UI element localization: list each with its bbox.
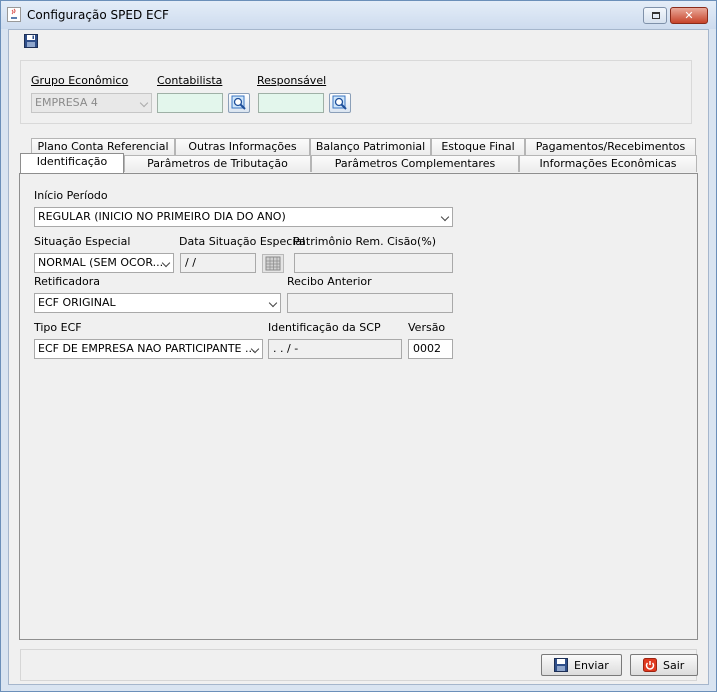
grupo-economico-label[interactable]: Grupo Econômico [31,74,128,87]
data-situacao-especial-label: Data Situação Especial [179,235,306,248]
tab-balanco-patrimonial[interactable]: Balanço Patrimonial [310,138,431,155]
tab-informacoes-economicas[interactable]: Informações Econômicas [519,155,697,172]
app-window: Configuração SPED ECF ✕ Grupo Econômico … [0,0,717,692]
contabilista-label[interactable]: Contabilista [157,74,222,87]
client-area: Grupo Econômico EMPRESA 4 Contabilista R… [8,29,709,685]
restore-button[interactable] [643,7,667,24]
tipo-ecf-value: ECF DE EMPRESA NAO PARTICIPANTE ... [38,342,256,355]
tipo-ecf-label: Tipo ECF [34,321,82,334]
tab-strip: Plano Conta Referencial Outras Informaçõ… [19,136,698,176]
retificadora-value: ECF ORIGINAL [38,296,116,309]
grupo-economico-value: EMPRESA 4 [35,96,98,109]
java-cup-icon [7,7,21,22]
situacao-especial-select[interactable]: NORMAL (SEM OCOR... [34,253,174,273]
power-icon [643,658,657,672]
chevron-down-icon [139,98,149,108]
search-icon [231,95,246,110]
enviar-button[interactable]: Enviar [541,654,622,676]
identificacao-panel: Início Período REGULAR (INICIO NO PRIMEI… [19,173,698,640]
retificadora-select[interactable]: ECF ORIGINAL [34,293,281,313]
tipo-ecf-select[interactable]: ECF DE EMPRESA NAO PARTICIPANTE ... [34,339,263,359]
inicio-periodo-label: Início Período [34,189,108,202]
versao-label: Versão [408,321,446,334]
situacao-especial-label: Situação Especial [34,235,131,248]
patrimonio-rem-cisao-label: Patrimônio Rem. Cisão(%) [293,235,437,248]
window-title: Configuração SPED ECF [27,8,169,22]
restore-icon [652,12,660,19]
responsavel-lookup-button[interactable] [329,93,351,113]
contabilista-lookup-button[interactable] [228,93,250,113]
enviar-label: Enviar [574,659,609,672]
versao-field[interactable]: 0002 [408,339,453,359]
tab-parametros-tributacao[interactable]: Parâmetros de Tributação [124,155,311,172]
chevron-down-icon [440,212,450,222]
inicio-periodo-select[interactable]: REGULAR (INICIO NO PRIMEIRO DIA DO ANO) [34,207,453,227]
floppy-disk-icon [554,658,568,672]
grupo-economico-select[interactable]: EMPRESA 4 [31,93,152,113]
calendar-icon [265,256,281,271]
close-button[interactable]: ✕ [670,7,708,24]
identificacao-scp-label: Identificação da SCP [268,321,381,334]
tab-outras-informacoes[interactable]: Outras Informações [175,138,310,155]
recibo-anterior-field[interactable] [287,293,453,313]
tab-parametros-complementares[interactable]: Parâmetros Complementares [311,155,519,172]
bottom-action-panel: Enviar Sair [20,649,698,681]
responsavel-field[interactable] [258,93,324,113]
close-icon: ✕ [684,9,694,22]
identificacao-scp-field[interactable]: . . / - [268,339,402,359]
data-situacao-especial-field[interactable]: / / [180,253,256,273]
sair-label: Sair [663,659,685,672]
search-icon [332,95,347,110]
header-panel: Grupo Econômico EMPRESA 4 Contabilista R… [20,60,692,124]
responsavel-label[interactable]: Responsável [257,74,326,87]
floppy-disk-icon[interactable] [24,34,38,48]
tab-pagamentos-recebimentos[interactable]: Pagamentos/Recebimentos [525,138,696,155]
retificadora-label: Retificadora [34,275,100,288]
patrimonio-rem-cisao-field[interactable] [294,253,453,273]
recibo-anterior-label: Recibo Anterior [287,275,372,288]
tab-estoque-final[interactable]: Estoque Final [431,138,525,155]
tab-identificacao[interactable]: Identificação [20,153,124,173]
calendar-button[interactable] [262,254,284,273]
chevron-down-icon [268,298,278,308]
situacao-especial-value: NORMAL (SEM OCOR... [38,256,164,269]
title-bar[interactable]: Configuração SPED ECF ✕ [1,1,716,29]
contabilista-field[interactable] [157,93,223,113]
sair-button[interactable]: Sair [630,654,698,676]
inicio-periodo-value: REGULAR (INICIO NO PRIMEIRO DIA DO ANO) [38,210,286,223]
